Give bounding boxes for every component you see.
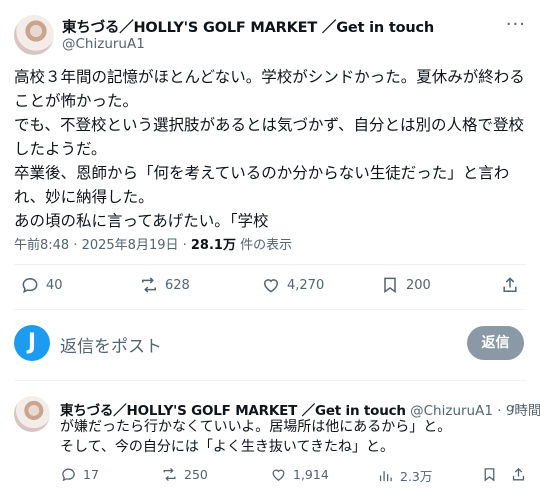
reply-button[interactable]: 40: [20, 275, 63, 295]
reply-share-button[interactable]: [510, 466, 527, 483]
like-button[interactable]: 4,270: [261, 275, 324, 295]
reply-author-avatar[interactable]: [14, 396, 50, 432]
post-line: したようだ。: [14, 140, 107, 158]
divider: [14, 264, 526, 265]
reply-composer: J 返信をポスト 返信: [0, 318, 540, 368]
post-actions: 40 628 4,270 200: [0, 275, 540, 305]
post-meta: 午前8:48 · 2025年8月19日 · 28.1万 件の表示: [14, 234, 292, 253]
repost-button[interactable]: 628: [139, 275, 190, 295]
author-handle[interactable]: @ChizuruA1: [62, 36, 145, 52]
reply-icon: [22, 277, 38, 294]
post-line: 高校３年間の記憶がほとんどない。学校がシンドかった。夏休みが終わる: [14, 68, 525, 86]
reply-reply-button[interactable]: 17: [60, 466, 99, 483]
reply-repost-count: 250: [184, 467, 208, 482]
repost-icon: [163, 468, 176, 481]
like-count: 4,270: [287, 277, 325, 293]
reply-like-button[interactable]: 1,914: [270, 466, 329, 483]
post-timestamp[interactable]: 午前8:48 · 2025年8月19日 ·: [14, 238, 191, 253]
post-line: れ、妙に納得した。: [14, 188, 154, 206]
bookmark-icon: [384, 277, 396, 294]
more-options-icon[interactable]: ···: [506, 14, 526, 35]
thread-reply[interactable]: 東ちづる／HOLLY'S GOLF MARKET ／Get in touch @…: [0, 382, 540, 497]
bookmark-icon: [484, 468, 495, 482]
bookmark-button[interactable]: 200: [380, 275, 431, 295]
share-icon: [503, 277, 517, 292]
reply-bookmark-button[interactable]: [481, 466, 498, 483]
reply-input[interactable]: 返信をポスト: [60, 332, 162, 357]
reply-body: が嫌だったら行かなくていいよ。居場所は他にあるから」と。 そして、今の自分には「…: [60, 417, 451, 457]
share-icon: [512, 467, 525, 481]
share-button[interactable]: [500, 275, 520, 295]
heart-icon: [272, 469, 285, 481]
post-line: 卒業後、恩師から「何を考えているのか分からない生徒だった」と言わ: [14, 164, 510, 182]
reply-more-icon[interactable]: ···: [511, 397, 526, 416]
author-name[interactable]: 東ちづる／HOLLY'S GOLF MARKET ／Get in touch: [62, 16, 434, 37]
reply-reply-count: 17: [83, 467, 99, 482]
reply-views-button[interactable]: 2.3万: [377, 466, 432, 485]
bookmark-count: 200: [406, 277, 431, 293]
post-line: ことが怖かった。: [14, 92, 139, 110]
user-avatar: J: [14, 325, 50, 361]
reply-submit-button[interactable]: 返信: [467, 326, 524, 360]
author-avatar[interactable]: [14, 15, 54, 55]
divider: [14, 309, 526, 310]
reply-repost-button[interactable]: 250: [161, 466, 208, 483]
post-line: でも、不登校という選択肢があるとは気づかず、自分とは別の人格で登校: [14, 116, 524, 134]
reply-line: が嫌だったら行かなくていいよ。居場所は他にあるから」と。: [60, 419, 452, 435]
reply-icon: [62, 468, 75, 482]
reply-view-count: 2.3万: [400, 469, 433, 484]
view-count: 28.1万: [190, 238, 236, 253]
divider: [14, 380, 526, 381]
reply-header: 東ちづる／HOLLY'S GOLF MARKET ／Get in touch @…: [60, 399, 540, 419]
repost-icon: [142, 277, 156, 293]
post-line: あの頃の私に言ってあげたい。「学校: [14, 212, 269, 230]
post-body: 高校３年間の記憶がほとんどない。学校がシンドかった。夏休みが終わる ことが怖かっ…: [14, 65, 525, 233]
repost-count: 628: [165, 277, 190, 293]
view-label: 件の表示: [235, 238, 293, 253]
reply-actions: 17 250 1,914 2.3万: [0, 466, 540, 496]
heart-icon: [263, 279, 279, 293]
reply-like-count: 1,914: [293, 467, 329, 482]
reply-count: 40: [46, 277, 63, 293]
reply-line: そして、今の自分には「よく生き抜いてきたね」と。: [60, 439, 395, 455]
views-icon: [379, 471, 392, 482]
main-post: 東ちづる／HOLLY'S GOLF MARKET ／Get in touch @…: [0, 0, 540, 310]
